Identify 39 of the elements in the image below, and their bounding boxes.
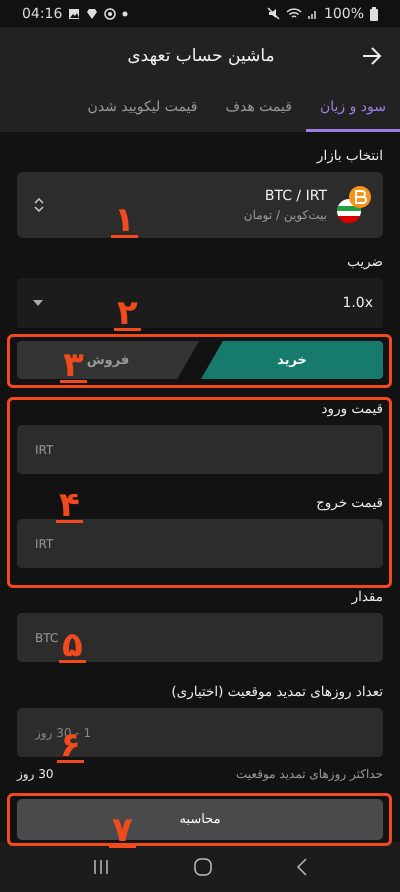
- battery-icon: [370, 6, 378, 20]
- helper-text: حداکثر روزهای تمدید موقعیت: [236, 767, 383, 781]
- market-name: بیت‌کوین / تومان: [244, 208, 327, 222]
- tab[interactable]: قیمت هدف: [211, 85, 306, 132]
- record-icon: [104, 8, 116, 20]
- annotation-number: ۴: [56, 490, 83, 523]
- price-input[interactable]: IRT: [17, 425, 383, 474]
- market-pair: BTC / IRT: [264, 188, 327, 204]
- dot-icon: [122, 10, 128, 16]
- back-arrow-icon[interactable]: [362, 47, 382, 65]
- diamond-icon: [86, 8, 98, 20]
- recent-apps-icon[interactable]: [92, 859, 109, 875]
- annotation-number: ۵: [59, 630, 86, 663]
- status-time: 04:16: [22, 6, 62, 22]
- tab[interactable]: سود و زیان: [306, 85, 400, 132]
- field-label: مقدار: [352, 589, 383, 605]
- mute-icon: [266, 7, 280, 20]
- side-toggle-option[interactable]: خرید: [201, 341, 383, 379]
- caret-icon: [33, 300, 43, 306]
- image-icon: [68, 8, 80, 20]
- wifi-icon: [286, 7, 302, 20]
- home-icon[interactable]: [194, 858, 212, 876]
- tab[interactable]: قیمت لیکویید شدن: [74, 85, 212, 132]
- price-input[interactable]: IRT: [17, 519, 383, 568]
- annotation-number: ۱: [111, 205, 138, 238]
- annotation-number: ۲: [114, 298, 141, 331]
- field-label: تعداد روزهای تمدید موقعیت (اختیاری): [171, 684, 383, 700]
- chevron-left-icon[interactable]: [297, 858, 308, 876]
- field-label: قیمت خروج: [316, 495, 383, 511]
- field-label: ضریب: [347, 254, 383, 270]
- annotation-number: ۷: [109, 815, 136, 848]
- bitcoin-coin-icon: [337, 185, 373, 225]
- annotation-number: ۳: [60, 350, 87, 383]
- battery-percent: 100%: [324, 6, 364, 22]
- page-title: ماشین حساب تعهدی: [126, 46, 276, 66]
- up-down-chevron-icon: [33, 197, 45, 213]
- max-days: 30 روز: [17, 767, 54, 781]
- field-label: انتخاب بازار: [316, 148, 383, 164]
- field-label: قیمت ورود: [322, 401, 383, 417]
